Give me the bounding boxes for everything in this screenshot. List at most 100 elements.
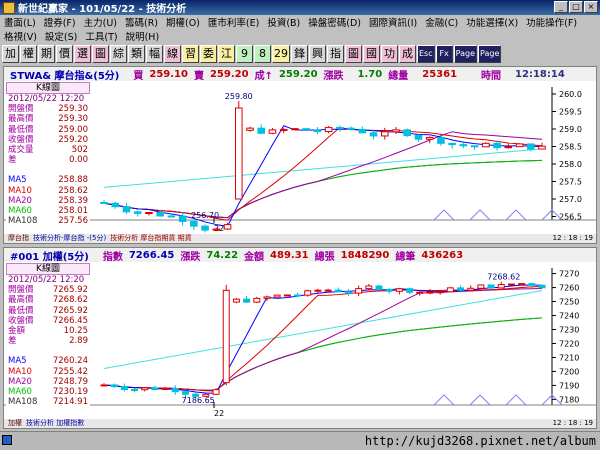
menu-sub-2[interactable]: 工具(T) (81, 29, 121, 43)
footer-tab[interactable]: 技術分析-摩台指 -(5分) (33, 234, 106, 243)
menu-main-2[interactable]: 主力(U) (80, 15, 121, 29)
trend-line (103, 290, 543, 370)
toolbar-button-3[interactable]: 價 (56, 45, 73, 63)
panel-footer: 加權 技術分析 加權指數 12 : 18 : 19 (4, 419, 596, 428)
menu-main-6[interactable]: 投資(B) (263, 15, 304, 29)
info-row: 最高價 259.30 (6, 114, 90, 124)
footer-tab[interactable]: 技術分析 加權指數 (26, 419, 84, 428)
toolbar-button-12[interactable]: 江 (218, 45, 235, 63)
toolbar-button-13[interactable]: 9 (236, 45, 253, 63)
y-tick-label: 259.5 (559, 108, 582, 117)
toolbar-button-17[interactable]: 興 (309, 45, 326, 63)
candle-body (222, 289, 230, 384)
toolbar-button-4[interactable]: 選 (74, 45, 91, 63)
menu-bar-secondary: 格視(V) 設定(S) 工具(T) 說明(H) (0, 29, 600, 43)
menu-main-1[interactable]: 證券(F) (40, 15, 80, 29)
toolbar-button-19[interactable]: 圖 (345, 45, 362, 63)
status-bar: http://kujd3268.pixnet.net/album (0, 431, 600, 450)
candle-body (141, 387, 149, 391)
info-key: 差 (8, 155, 17, 166)
candle-body (437, 136, 445, 144)
info-row: 開盤價 259.30 (6, 104, 90, 114)
toolbar-button-10[interactable]: 習 (182, 45, 199, 63)
app-icon (3, 1, 15, 14)
signal-marker (505, 209, 527, 221)
start-icon[interactable] (2, 435, 12, 445)
menu-main-5[interactable]: 匯市利率(E) (204, 15, 263, 29)
menu-main-8[interactable]: 國際資訊(I) (365, 15, 421, 29)
info-value: 2.89 (69, 336, 88, 347)
y-tick-label: 7250 (559, 298, 579, 307)
y-tick-label: 257.5 (559, 178, 582, 187)
toolbar-button-21[interactable]: 功 (381, 45, 398, 63)
menu-main-7[interactable]: 操盤密碼(D) (304, 15, 365, 29)
candle-body (528, 283, 536, 286)
toolbar-button-9[interactable]: 線 (164, 45, 181, 63)
footer-tab-2[interactable]: 技術分析 摩台指期貨 期貨 (110, 234, 191, 243)
candle-body (507, 283, 515, 286)
info-row: 金額 10.25 (6, 326, 90, 336)
ma-key: MA10 (8, 366, 32, 377)
toolbar-button-16[interactable]: 鋒 (291, 45, 308, 63)
ma-line-60 (103, 159, 543, 219)
toolbar-button-26[interactable]: Page (478, 45, 502, 63)
menu-sub-1[interactable]: 設定(S) (41, 29, 81, 43)
ma-key: MA10 (8, 185, 32, 196)
footer-time: 12 : 18 : 19 (552, 234, 593, 242)
candle-body (324, 289, 332, 292)
candle-body (395, 288, 403, 292)
toolbar-button-18[interactable]: 指 (327, 45, 344, 63)
title-bar: 新世紀贏家 - 101/05/22 - 技術分析 _ □ × (0, 0, 600, 15)
candle-body (167, 215, 176, 218)
menu-main-9[interactable]: 金融(C) (421, 15, 462, 29)
toolbar-button-23[interactable]: Esc (417, 45, 435, 63)
toolbar-button-24[interactable]: Fx (435, 45, 453, 63)
footer-symbol: 摩台指 (8, 234, 29, 242)
menu-main-3[interactable]: 籌碼(R) (121, 15, 162, 29)
info-key: 最高價 (8, 114, 34, 125)
menu-main-0[interactable]: 畫面(L) (0, 15, 40, 29)
toolbar-button-20[interactable]: 國 (363, 45, 380, 63)
ma-key: MA20 (8, 376, 32, 387)
menu-main-4[interactable]: 期權(O) (162, 15, 204, 29)
chart-panel-taiex-futures: STWA& 摩台指&(5分) 買 259.10 賣 259.20 成↑ 259.… (3, 66, 597, 244)
ma-line-5 (103, 284, 543, 394)
toolbar-button-15[interactable]: 29 (272, 45, 290, 63)
y-tick-label: 260.0 (559, 90, 582, 99)
ma-row: MA108 257.56 (6, 216, 90, 226)
volume-value: 25361 (422, 68, 458, 80)
toolbar-button-0[interactable]: 加 (2, 45, 19, 63)
menu-sub-3[interactable]: 說明(H) (122, 29, 164, 43)
candle-body (223, 224, 232, 230)
minimize-button[interactable]: _ (554, 1, 568, 13)
ma-value: 7248.79 (52, 376, 88, 387)
menu-main-10[interactable]: 功能選擇(X) (462, 15, 522, 29)
sell-label: 賣 (193, 70, 204, 82)
candle-body (131, 389, 139, 392)
kline-chart-taiex-index[interactable]: 7270 7260 7250 7240 7230 7220 7210 7200 7190 7180… (4, 262, 596, 419)
menu-main-11[interactable]: 功能操作(F) (522, 15, 581, 29)
info-title: K線圖 (6, 82, 90, 94)
kline-chart-taiex-futures[interactable]: 260.0259.5259.0258.5258.0257.5257.0256.5… (4, 81, 596, 234)
toolbar-button-22[interactable]: 成 (399, 45, 416, 63)
candle-body (243, 298, 251, 303)
toolbar-button-7[interactable]: 類 (128, 45, 145, 63)
ma-row: MA60 7230.19 (6, 387, 90, 397)
toolbar-button-25[interactable]: Page (453, 45, 477, 63)
y-tick-label: 258.5 (559, 143, 582, 152)
maximize-button[interactable]: □ (569, 1, 583, 13)
toolbar-button-8[interactable]: 幅 (146, 45, 163, 63)
toolbar-button-6[interactable]: 綜 (110, 45, 127, 63)
menu-sub-0[interactable]: 格視(V) (0, 29, 41, 43)
toolbar-button-2[interactable]: 期 (38, 45, 55, 63)
toolbar-button-1[interactable]: 權 (20, 45, 37, 63)
candle-body (314, 289, 322, 292)
candle-body (268, 129, 277, 134)
toolbar-button-14[interactable]: 8 (254, 45, 271, 63)
info-value: 7268.62 (52, 295, 88, 306)
candle-body (470, 145, 479, 148)
toolbar-button-5[interactable]: 圖 (92, 45, 109, 63)
close-button[interactable]: × (584, 1, 598, 13)
toolbar-button-11[interactable]: 委 (200, 45, 217, 63)
y-tick-label: 7230 (559, 326, 579, 335)
